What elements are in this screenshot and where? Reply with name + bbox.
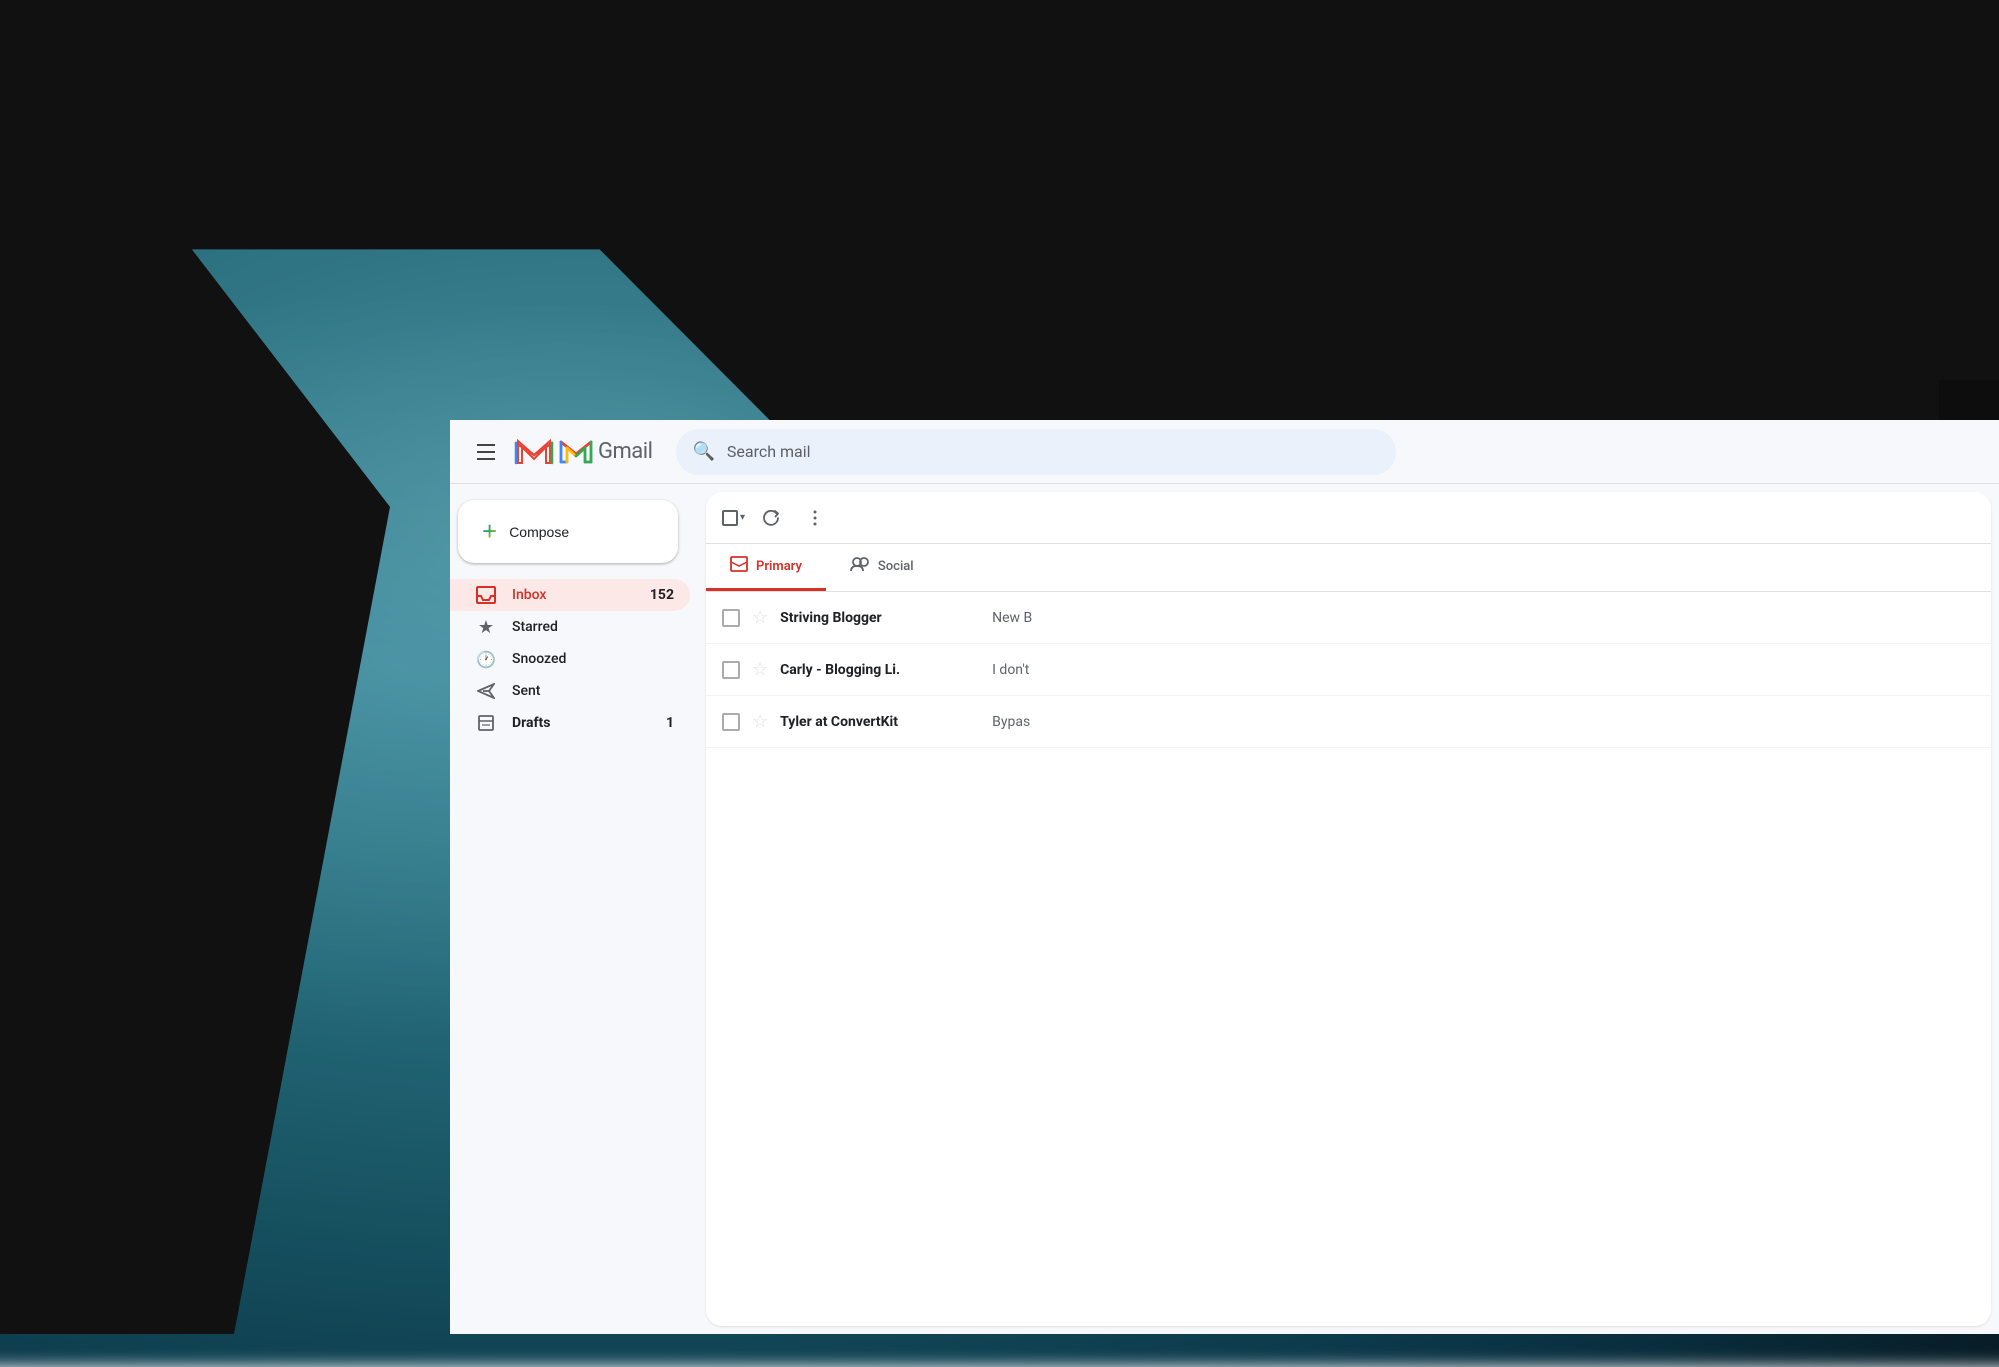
select-dropdown-icon[interactable]: ▾: [740, 512, 745, 523]
search-bar[interactable]: 🔍 Search mail: [676, 429, 1396, 475]
compose-button[interactable]: + Compose: [458, 500, 678, 563]
email-sender-3: Tyler at ConvertKit: [780, 714, 980, 730]
email-preview-2: I don't: [992, 662, 1975, 678]
sidebar-item-starred[interactable]: ★ Starred: [450, 611, 690, 643]
inbox-label: Inbox: [512, 587, 546, 603]
inbox-count: 152: [650, 587, 674, 603]
select-all-container[interactable]: ▾: [722, 510, 745, 526]
email-preview-3: Bypas: [992, 714, 1975, 730]
compose-label: Compose: [509, 524, 569, 540]
email-sender-2: Carly - Blogging Li.: [780, 662, 980, 678]
email-star-1[interactable]: ☆: [752, 607, 768, 628]
starred-label: Starred: [512, 619, 558, 635]
email-star-3[interactable]: ☆: [752, 711, 768, 732]
email-row[interactable]: ☆ Carly - Blogging Li. I don't: [706, 644, 1991, 696]
sidebar: + Compose Inbox 152 ★ Starred: [450, 484, 706, 1334]
sidebar-item-sent[interactable]: Sent: [450, 675, 690, 707]
sidebar-item-snoozed[interactable]: 🕐 Snoozed: [450, 643, 690, 675]
primary-tab-label: Primary: [756, 559, 802, 574]
gmail-logo-icon: [558, 438, 594, 466]
tab-social[interactable]: Social: [826, 544, 938, 591]
gmail-body: + Compose Inbox 152 ★ Starred: [450, 484, 1999, 1334]
snoozed-icon: 🕐: [476, 650, 496, 669]
sidebar-item-inbox[interactable]: Inbox 152: [450, 579, 690, 611]
email-star-2[interactable]: ☆: [752, 659, 768, 680]
email-row[interactable]: ☆ Striving Blogger New B: [706, 592, 1991, 644]
gmail-logo-text: Gmail: [598, 439, 652, 464]
star-icon: ★: [476, 617, 496, 638]
gmail-screen: Gmail 🔍 Search mail + Compose: [450, 420, 1999, 1334]
social-tab-icon: [850, 556, 870, 576]
more-dots-icon: [813, 509, 817, 527]
social-tab-label: Social: [878, 559, 914, 574]
sidebar-item-drafts[interactable]: Drafts 1: [450, 707, 690, 739]
snoozed-label: Snoozed: [512, 651, 566, 667]
email-list-area: ▾: [706, 492, 1991, 1326]
tab-primary[interactable]: Primary: [706, 544, 826, 591]
email-checkbox-2[interactable]: [722, 661, 740, 679]
select-all-checkbox[interactable]: [722, 510, 738, 526]
search-icon: 🔍: [692, 441, 714, 462]
sent-icon: [476, 683, 496, 699]
drafts-icon: [476, 714, 496, 732]
refresh-button[interactable]: [753, 500, 789, 536]
email-sender-1: Striving Blogger: [780, 610, 980, 626]
compose-plus-icon: +: [482, 516, 497, 547]
gmail-header: Gmail 🔍 Search mail: [450, 420, 1999, 484]
drafts-count: 1: [666, 715, 674, 731]
email-checkbox-1[interactable]: [722, 609, 740, 627]
search-placeholder-text: Search mail: [727, 442, 811, 461]
email-checkbox-3[interactable]: [722, 713, 740, 731]
inbox-icon: [476, 586, 496, 604]
sent-label: Sent: [512, 683, 540, 699]
primary-tab-icon: [730, 556, 748, 576]
drafts-label: Drafts: [512, 715, 550, 731]
email-row[interactable]: ☆ Tyler at ConvertKit Bypas: [706, 696, 1991, 748]
gmail-m-icon: [514, 437, 554, 467]
gmail-logo: Gmail: [514, 437, 652, 467]
menu-button[interactable]: [466, 432, 506, 472]
refresh-icon: [762, 509, 780, 527]
email-toolbar: ▾: [706, 492, 1991, 544]
email-preview-1: New B: [992, 610, 1975, 626]
more-options-button[interactable]: [797, 500, 833, 536]
tabs-bar: Primary Social: [706, 544, 1991, 592]
